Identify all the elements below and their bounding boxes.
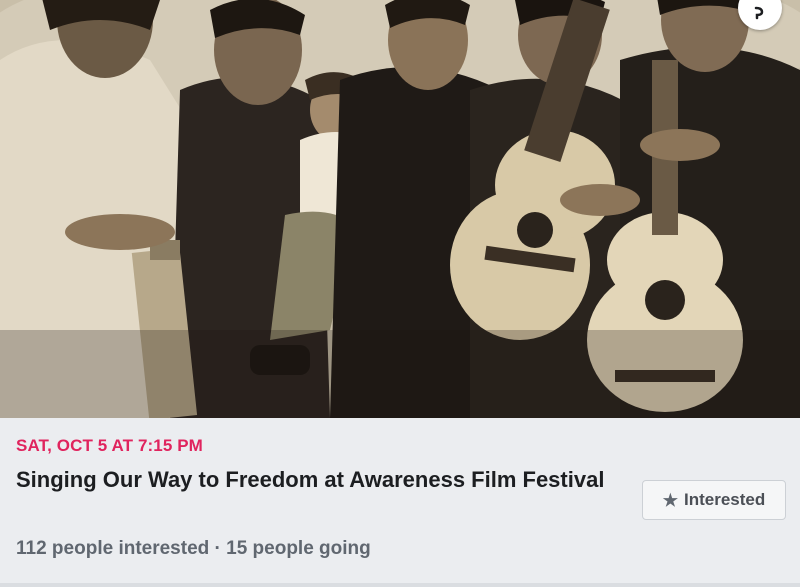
- event-title[interactable]: Singing Our Way to Freedom at Awareness …: [16, 464, 606, 495]
- interested-button[interactable]: ★ Interested: [642, 480, 786, 520]
- chevron-icon: [754, 6, 764, 20]
- event-info: SAT, OCT 5 AT 7:15 PM Singing Our Way to…: [0, 418, 800, 587]
- card-divider: [0, 583, 800, 587]
- cover-photo-illustration: [0, 0, 800, 418]
- event-attendance-stats: 112 people interested · 15 people going: [16, 538, 371, 559]
- event-date: SAT, OCT 5 AT 7:15 PM: [16, 436, 203, 455]
- event-card[interactable]: SAT, OCT 5 AT 7:15 PM Singing Our Way to…: [0, 0, 800, 587]
- event-cover-photo[interactable]: [0, 0, 800, 418]
- star-icon: ★: [662, 490, 678, 510]
- interested-button-label: Interested: [684, 490, 766, 509]
